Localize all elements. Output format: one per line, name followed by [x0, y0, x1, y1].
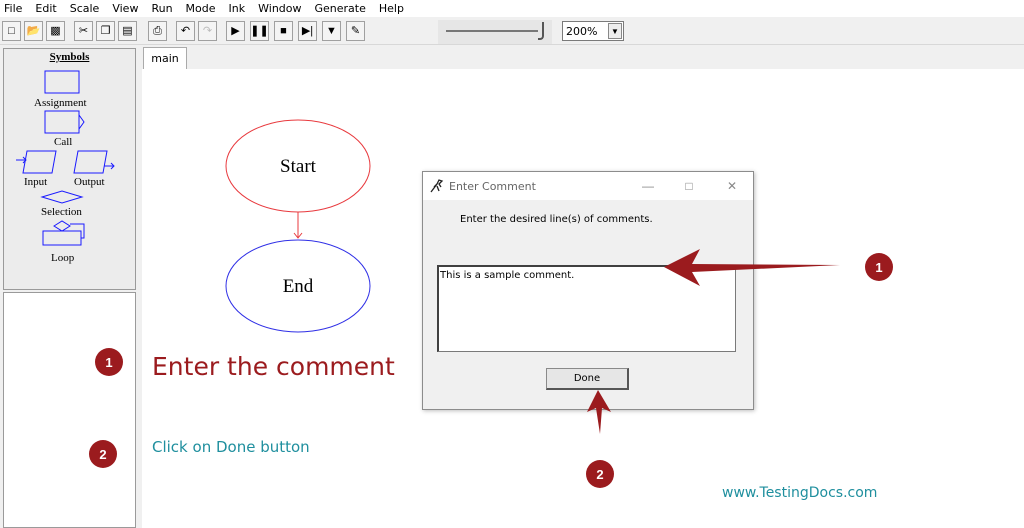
- ink-pen-icon[interactable]: ✎: [346, 21, 365, 41]
- print-icon[interactable]: ⎙: [148, 21, 167, 41]
- maximize-icon[interactable]: □: [677, 177, 701, 195]
- speed-slider-track[interactable]: [446, 30, 538, 32]
- chevron-down-icon[interactable]: ▼: [608, 23, 622, 39]
- run-icon[interactable]: ▶: [226, 21, 245, 41]
- step-badge-1-dialog: 1: [865, 253, 893, 281]
- step-badge-1: 1: [95, 348, 123, 376]
- zoom-value: 200%: [566, 24, 598, 38]
- symbol-label-loop[interactable]: Loop: [51, 252, 74, 264]
- pause-icon[interactable]: ❚❚: [250, 21, 269, 41]
- selection-symbol-icon: [40, 190, 84, 204]
- loop-symbol-icon: [42, 230, 82, 246]
- done-button[interactable]: Done: [546, 368, 629, 390]
- undo-icon[interactable]: ↶: [176, 21, 195, 41]
- stop-icon[interactable]: ■: [274, 21, 293, 41]
- menu-bar: File Edit Scale View Run Mode Ink Window Generat…: [0, 0, 1024, 17]
- menu-item-window[interactable]: Window: [258, 2, 301, 15]
- enter-comment-dialog: Enter Comment — □ ✕ Enter the desired li…: [422, 171, 754, 410]
- menu-item-scale[interactable]: Scale: [70, 2, 100, 15]
- symbol-label-output[interactable]: Output: [74, 176, 105, 188]
- symbol-label-assignment[interactable]: Assignment: [34, 97, 87, 109]
- zoom-select[interactable]: 200% ▼: [562, 21, 624, 41]
- step-badge-2-dialog: 2: [586, 460, 614, 488]
- symbol-label-input[interactable]: Input: [24, 176, 47, 188]
- cut-icon[interactable]: ✂: [74, 21, 93, 41]
- menu-item-generate[interactable]: Generate: [315, 2, 366, 15]
- copy-icon[interactable]: ❐: [96, 21, 115, 41]
- menu-item-mode[interactable]: Mode: [186, 2, 216, 15]
- tab-main[interactable]: main: [143, 47, 187, 69]
- call-symbol-icon: [44, 110, 80, 134]
- dialog-title-bar[interactable]: Enter Comment — □ ✕: [423, 172, 753, 200]
- symbols-panel: Symbols Assignment Call Input Output Sel…: [3, 48, 136, 290]
- assignment-symbol-icon: [44, 70, 80, 94]
- step-badge-2: 2: [89, 440, 117, 468]
- watermark: www.TestingDocs.com: [722, 485, 878, 501]
- tab-strip: [142, 45, 1024, 69]
- step-2-text: Click on Done button: [152, 438, 310, 456]
- menu-item-run[interactable]: Run: [151, 2, 172, 15]
- menu-item-view[interactable]: View: [112, 2, 138, 15]
- open-folder-icon[interactable]: 📂: [24, 21, 43, 41]
- menu-item-file[interactable]: File: [4, 2, 22, 15]
- redo-icon[interactable]: ↷: [198, 21, 217, 41]
- minimize-icon[interactable]: —: [636, 177, 660, 195]
- input-symbol-icon: [22, 150, 57, 174]
- save-icon[interactable]: ▩: [46, 21, 65, 41]
- step-1-text: Enter the comment: [152, 352, 395, 381]
- speed-slider[interactable]: [438, 20, 552, 44]
- close-icon[interactable]: ✕: [720, 177, 744, 195]
- menu-item-ink[interactable]: Ink: [229, 2, 246, 15]
- menu-item-edit[interactable]: Edit: [35, 2, 56, 15]
- menu-item-help[interactable]: Help: [379, 2, 404, 15]
- dialog-title: Enter Comment: [449, 179, 536, 193]
- step-into-icon[interactable]: ▼: [322, 21, 341, 41]
- symbol-label-selection[interactable]: Selection: [41, 206, 82, 218]
- comment-textarea[interactable]: This is a sample comment.: [437, 265, 736, 352]
- dialog-prompt: Enter the desired line(s) of comments.: [460, 214, 653, 225]
- paste-icon[interactable]: ▤: [118, 21, 137, 41]
- speed-slider-thumb[interactable]: [538, 22, 544, 40]
- output-symbol-icon: [73, 150, 108, 174]
- new-file-icon[interactable]: □: [2, 21, 21, 41]
- symbol-label-call[interactable]: Call: [54, 136, 72, 148]
- raptor-app-icon: [430, 179, 444, 193]
- step-icon[interactable]: ▶|: [298, 21, 317, 41]
- variables-panel: [3, 292, 136, 528]
